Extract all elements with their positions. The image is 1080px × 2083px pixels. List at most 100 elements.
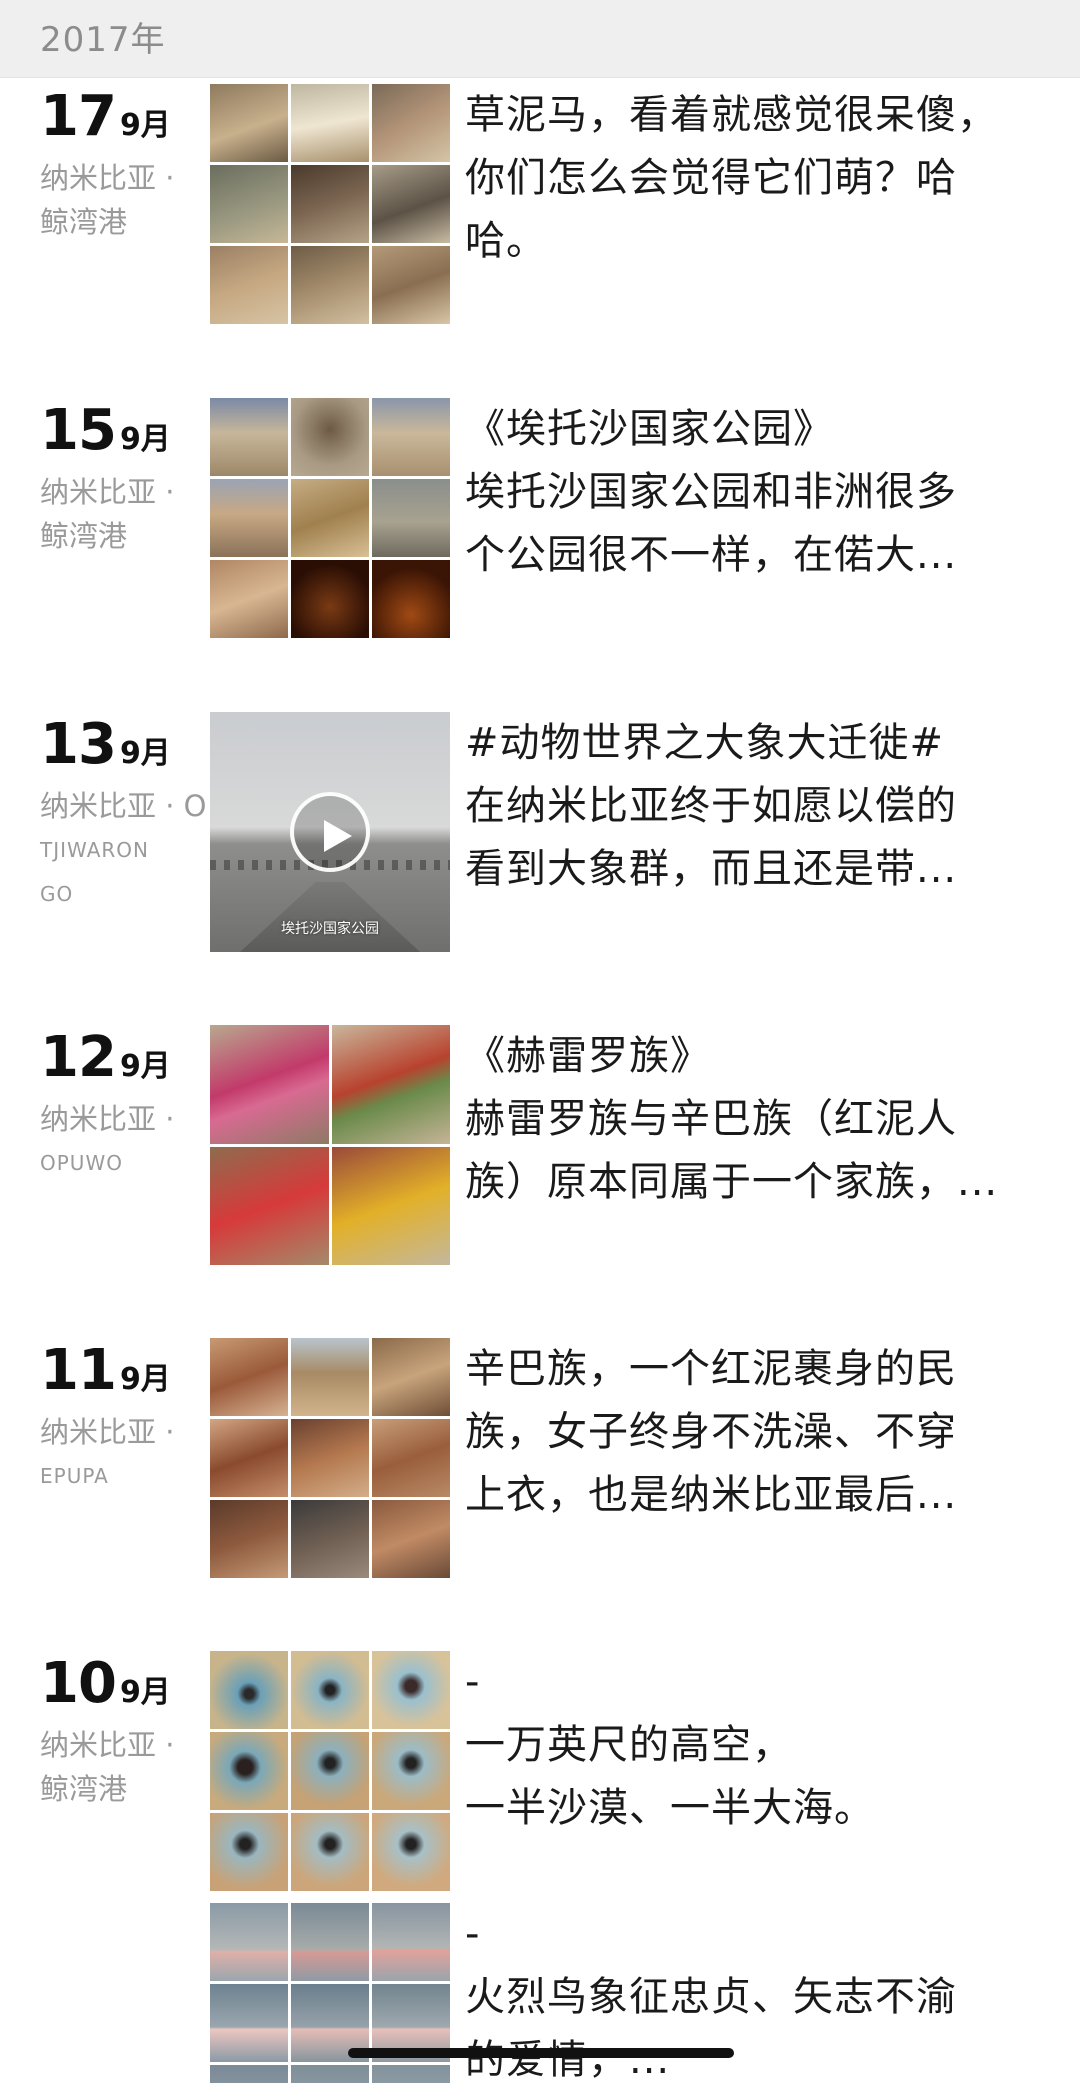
post-month: 9月 — [119, 422, 171, 457]
post-date: 13 9月 — [40, 712, 171, 777]
post-month: 9月 — [119, 736, 171, 771]
photo-grid[interactable] — [210, 1025, 450, 1265]
location-line: TJIWARON — [40, 838, 149, 862]
photo-thumbnail[interactable] — [291, 1651, 369, 1729]
year-header: 2017年 — [0, 0, 1080, 78]
post-text[interactable]: 草泥马，看着就感觉很呆傻， 你们怎么会觉得它们萌？哈 哈。 — [465, 84, 1025, 273]
post-location: 纳米比亚 · EPUPA — [40, 1410, 205, 1498]
photo-thumbnail[interactable] — [291, 560, 369, 638]
photo-thumbnail[interactable] — [210, 398, 288, 476]
photo-thumbnail[interactable] — [372, 398, 450, 476]
photo-thumbnail[interactable] — [372, 165, 450, 243]
post-text-line: 上衣，也是纳米比亚最后... — [465, 1472, 958, 1518]
photo-thumbnail[interactable] — [291, 479, 369, 557]
photo-thumbnail[interactable] — [291, 1338, 369, 1416]
post-text-line: 《埃托沙国家公园》 — [465, 406, 834, 452]
post-date: 17 9月 — [40, 84, 171, 149]
video-thumbnail[interactable]: 埃托沙国家公园 — [210, 712, 450, 952]
photo-thumbnail[interactable] — [210, 1651, 288, 1729]
photo-grid[interactable] — [210, 1651, 450, 1891]
location-line: 纳米比亚 · — [40, 1102, 175, 1136]
photo-thumbnail[interactable] — [372, 1338, 450, 1416]
photo-thumbnail[interactable] — [291, 1500, 369, 1578]
post-text-line: 哈。 — [465, 218, 547, 264]
post-day: 12 — [40, 1025, 117, 1090]
location-line: EPUPA — [40, 1464, 109, 1488]
post-text-line: 一万英尺的高空， — [465, 1722, 793, 1768]
post-location: 纳米比亚 · 鲸湾港 — [40, 156, 205, 244]
photo-thumbnail[interactable] — [291, 1419, 369, 1497]
post-text-line: 在纳米比亚终于如愿以偿的 — [465, 783, 957, 829]
photo-thumbnail[interactable] — [372, 1500, 450, 1578]
photo-thumbnail[interactable] — [210, 246, 288, 324]
play-button[interactable] — [290, 792, 370, 872]
post-text[interactable]: 辛巴族，一个红泥裹身的民 族，女子终身不洗澡、不穿 上衣，也是纳米比亚最后... — [465, 1338, 1025, 1527]
photo-thumbnail[interactable] — [331, 1146, 450, 1265]
photo-thumbnail[interactable] — [372, 1651, 450, 1729]
post-text-line: 一半沙漠、一半大海。 — [465, 1785, 875, 1831]
photo-grid[interactable] — [210, 1338, 450, 1578]
post-text[interactable]: 《埃托沙国家公园》 埃托沙国家公园和非洲很多 个公园很不一样，在偌大... — [465, 398, 1025, 587]
photo-thumbnail[interactable] — [372, 1732, 450, 1810]
photo-thumbnail[interactable] — [210, 1813, 288, 1891]
post-text-line: 族，女子终身不洗澡、不穿 — [465, 1409, 957, 1455]
post-text-line: #动物世界之大象大迁徙# — [465, 720, 945, 766]
photo-thumbnail[interactable] — [331, 1025, 450, 1144]
photo-thumbnail[interactable] — [210, 1903, 288, 1981]
post-day: 10 — [40, 1651, 117, 1716]
post-location: 纳米比亚 · O TJIWARON GO — [40, 784, 215, 916]
post-day: 11 — [40, 1338, 117, 1403]
photo-thumbnail[interactable] — [291, 1732, 369, 1810]
post-text-line: - — [465, 1911, 481, 1957]
post-text-line: 个公园很不一样，在偌大... — [465, 532, 958, 578]
photo-grid[interactable] — [210, 398, 450, 638]
location-line: 鲸湾港 — [40, 205, 128, 239]
photo-thumbnail[interactable] — [210, 1984, 288, 2062]
photo-thumbnail[interactable] — [372, 1419, 450, 1497]
photo-thumbnail[interactable] — [210, 479, 288, 557]
photo-thumbnail[interactable] — [210, 165, 288, 243]
photo-thumbnail[interactable] — [210, 84, 288, 162]
photo-thumbnail[interactable] — [210, 1419, 288, 1497]
photo-grid[interactable] — [210, 84, 450, 324]
post-text[interactable]: - 一万英尺的高空， 一半沙漠、一半大海。 — [465, 1651, 1025, 1840]
home-indicator[interactable] — [348, 2048, 734, 2058]
photo-thumbnail[interactable] — [210, 1500, 288, 1578]
post-text-line: 草泥马，看着就感觉很呆傻， — [465, 92, 998, 138]
photo-thumbnail[interactable] — [291, 84, 369, 162]
photo-thumbnail[interactable] — [372, 84, 450, 162]
photo-thumbnail[interactable] — [210, 1146, 329, 1265]
post-text-line: 看到大象群，而且还是带... — [465, 846, 958, 892]
photo-thumbnail[interactable] — [291, 1903, 369, 1981]
post-text[interactable]: #动物世界之大象大迁徙# 在纳米比亚终于如愿以偿的 看到大象群，而且还是带... — [465, 712, 1025, 901]
post-text-line: 辛巴族，一个红泥裹身的民 — [465, 1346, 957, 1392]
photo-thumbnail[interactable] — [372, 479, 450, 557]
photo-thumbnail[interactable] — [291, 1813, 369, 1891]
photo-thumbnail[interactable] — [291, 2065, 369, 2083]
location-line: 纳米比亚 · — [40, 1728, 175, 1762]
post-location: 纳米比亚 · OPUWO — [40, 1097, 205, 1185]
photo-thumbnail[interactable] — [210, 1732, 288, 1810]
photo-thumbnail[interactable] — [291, 165, 369, 243]
photo-thumbnail[interactable] — [372, 246, 450, 324]
photo-thumbnail[interactable] — [372, 1903, 450, 1981]
photo-thumbnail[interactable] — [210, 1338, 288, 1416]
moments-album-page: 2017年 17 9月 纳米比亚 · 鲸湾港 草泥马，看着就感觉很呆傻， 你们怎… — [0, 0, 1080, 2083]
post-text-line: 埃托沙国家公园和非洲很多 — [465, 469, 957, 515]
location-line: 鲸湾港 — [40, 1772, 128, 1806]
post-date: 12 9月 — [40, 1025, 171, 1090]
play-icon — [324, 820, 352, 852]
post-text-line: 赫雷罗族与辛巴族（红泥人 — [465, 1096, 957, 1142]
post-text-line: 火烈鸟象征忠贞、矢志不渝 — [465, 1974, 957, 2020]
photo-thumbnail[interactable] — [210, 2065, 288, 2083]
photo-thumbnail[interactable] — [372, 2065, 450, 2083]
photo-thumbnail[interactable] — [372, 560, 450, 638]
photo-thumbnail[interactable] — [291, 398, 369, 476]
post-date: 10 9月 — [40, 1651, 171, 1716]
photo-thumbnail[interactable] — [291, 246, 369, 324]
photo-thumbnail[interactable] — [210, 1025, 329, 1144]
post-text[interactable]: 《赫雷罗族》 赫雷罗族与辛巴族（红泥人 族）原本同属于一个家族，... — [465, 1025, 1025, 1214]
photo-thumbnail[interactable] — [372, 1813, 450, 1891]
video-caption: 埃托沙国家公园 — [281, 921, 379, 937]
photo-thumbnail[interactable] — [210, 560, 288, 638]
